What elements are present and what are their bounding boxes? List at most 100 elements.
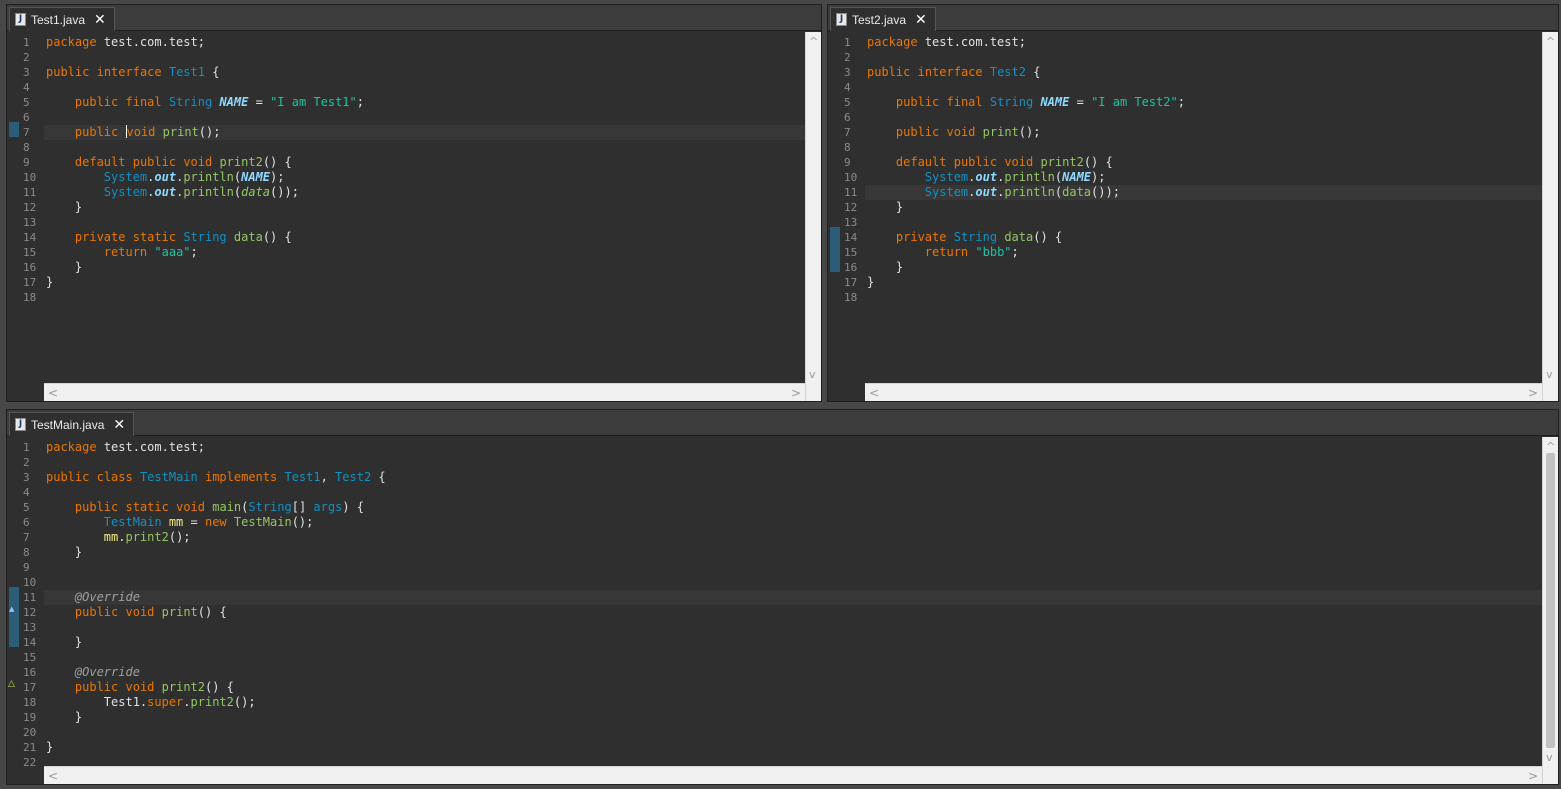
code-editor[interactable]: 1 2 3 4 5 6 7 8 9 10 11 12 13 14 15 16 17 18 package test…	[828, 32, 1558, 401]
code-line[interactable]: }	[44, 635, 1542, 650]
code-line[interactable]: }	[865, 275, 1542, 290]
scrollbar-thumb[interactable]	[1546, 453, 1555, 748]
scroll-up-icon[interactable]: ^	[809, 35, 818, 48]
code-line[interactable]	[44, 455, 1542, 470]
code-line[interactable]	[44, 140, 805, 155]
code-line[interactable]	[44, 50, 805, 65]
line-number: 8	[844, 141, 851, 154]
code-line[interactable]	[44, 290, 805, 305]
scroll-right-icon[interactable]: >	[791, 386, 801, 400]
code-line[interactable]: default public void print2() {	[865, 155, 1542, 170]
code-line[interactable]: public class TestMain implements Test1, …	[44, 470, 1542, 485]
code-line[interactable]	[44, 560, 1542, 575]
implements-icon[interactable]: △	[8, 679, 19, 689]
code-line[interactable]: }	[44, 275, 805, 290]
code-line[interactable]: public static void main(String[] args) {	[44, 500, 1542, 515]
code-line[interactable]: default public void print2() {	[44, 155, 805, 170]
line-number: 5	[844, 96, 851, 109]
code-line[interactable]	[44, 80, 805, 95]
code-line[interactable]: }	[44, 710, 1542, 725]
line-number: 20	[23, 726, 37, 739]
code-line[interactable]: public void print2() {	[44, 680, 1542, 695]
scroll-right-icon[interactable]: >	[1528, 769, 1538, 783]
code-line[interactable]	[44, 215, 805, 230]
code-line[interactable]: public final String NAME = "I am Test2";	[865, 95, 1542, 110]
scroll-left-icon[interactable]: <	[48, 769, 58, 783]
vertical-scrollbar[interactable]: ^ v	[1542, 32, 1558, 401]
code-line[interactable]: package test.com.test;	[865, 35, 1542, 50]
code-line[interactable]: package test.com.test;	[44, 35, 805, 50]
code-line[interactable]	[44, 575, 1542, 590]
close-icon[interactable]: ✕	[915, 13, 927, 27]
scroll-up-icon[interactable]: ^	[1546, 440, 1555, 453]
line-number: 13	[23, 216, 37, 229]
code-line[interactable]: public interface Test1 {	[44, 65, 805, 80]
scroll-down-icon[interactable]: v	[1546, 368, 1553, 381]
code-line[interactable]: TestMain mm = new TestMain();	[44, 515, 1542, 530]
scroll-down-icon[interactable]: v	[1546, 751, 1553, 764]
code-line[interactable]: }	[865, 200, 1542, 215]
code-line[interactable]	[44, 650, 1542, 665]
code-line[interactable]: }	[865, 260, 1542, 275]
code-line[interactable]: private static String data() {	[44, 230, 805, 245]
code-area[interactable]: package test.com.test; public interface T…	[865, 32, 1542, 383]
vertical-scrollbar[interactable]: ^ v	[805, 32, 821, 401]
line-number: 11	[23, 591, 37, 604]
override-icon[interactable]: ▲	[9, 605, 19, 613]
code-line[interactable]: public void print();	[44, 125, 805, 140]
code-line[interactable]	[865, 110, 1542, 125]
java-file-icon: J	[15, 418, 26, 431]
horizontal-scrollbar[interactable]: < >	[865, 383, 1542, 401]
code-line[interactable]	[865, 50, 1542, 65]
tab-testmain-java[interactable]: J TestMain.java ✕	[9, 412, 135, 436]
code-line[interactable]: package test.com.test;	[44, 440, 1542, 455]
code-line[interactable]: Test1.super.print2();	[44, 695, 1542, 710]
code-line[interactable]: return "bbb";	[865, 245, 1542, 260]
code-editor[interactable]: 1 2 3 4 5 6 7 8 9 10 11 12 13 14 15 16 17 18 package test…	[7, 32, 821, 401]
code-area[interactable]: package test.com.test; public interface T…	[44, 32, 805, 383]
code-line[interactable]	[44, 485, 1542, 500]
horizontal-scrollbar[interactable]: < >	[44, 766, 1542, 784]
code-line[interactable]: return "aaa";	[44, 245, 805, 260]
close-icon[interactable]: ✕	[94, 13, 106, 27]
code-line[interactable]: public void print();	[865, 125, 1542, 140]
code-line[interactable]: }	[44, 200, 805, 215]
code-line[interactable]: System.out.println(data());	[865, 185, 1542, 200]
tab-test1-java[interactable]: J Test1.java ✕	[9, 7, 115, 31]
scroll-up-icon[interactable]: ^	[1546, 35, 1555, 48]
code-line[interactable]: System.out.println(data());	[44, 185, 805, 200]
code-line[interactable]: }	[44, 545, 1542, 560]
code-line[interactable]	[865, 215, 1542, 230]
line-number: 14	[844, 231, 858, 244]
code-line[interactable]	[44, 755, 1542, 766]
horizontal-scrollbar[interactable]: < >	[44, 383, 805, 401]
code-line[interactable]	[865, 140, 1542, 155]
code-area[interactable]: package test.com.test; public class TestM…	[44, 437, 1542, 766]
line-number: 18	[23, 696, 37, 709]
code-line[interactable]: System.out.println(NAME);	[44, 170, 805, 185]
code-line[interactable]	[44, 725, 1542, 740]
code-line[interactable]: @Override	[44, 590, 1542, 605]
scroll-left-icon[interactable]: <	[869, 386, 879, 400]
code-line[interactable]: }	[44, 740, 1542, 755]
editor-pane-test2: J Test2.java ✕ 1 2 3 4 5 6 7 8 9 10 11 12 13 14 15 16 17…	[827, 4, 1559, 402]
code-line[interactable]: @Override	[44, 665, 1542, 680]
close-icon[interactable]: ✕	[113, 418, 125, 432]
code-line[interactable]: public void print() {	[44, 605, 1542, 620]
code-line[interactable]: mm.print2();	[44, 530, 1542, 545]
vertical-scrollbar[interactable]: ^ v	[1542, 437, 1558, 784]
code-line[interactable]	[44, 110, 805, 125]
code-line[interactable]: private String data() {	[865, 230, 1542, 245]
scroll-down-icon[interactable]: v	[809, 368, 816, 381]
code-line[interactable]: public final String NAME = "I am Test1";	[44, 95, 805, 110]
code-line[interactable]	[865, 80, 1542, 95]
code-line[interactable]: public interface Test2 {	[865, 65, 1542, 80]
code-line[interactable]: }	[44, 260, 805, 275]
scroll-right-icon[interactable]: >	[1528, 386, 1538, 400]
scroll-left-icon[interactable]: <	[48, 386, 58, 400]
code-line[interactable]	[44, 620, 1542, 635]
code-line[interactable]	[865, 290, 1542, 305]
code-editor[interactable]: ▲ △ 1 2 3 4 5 6 7 8 9 10 11 12 13 14 15 16 17 18 19 20 21 22 …	[7, 437, 1558, 784]
code-line[interactable]: System.out.println(NAME);	[865, 170, 1542, 185]
tab-test2-java[interactable]: J Test2.java ✕	[830, 7, 936, 31]
